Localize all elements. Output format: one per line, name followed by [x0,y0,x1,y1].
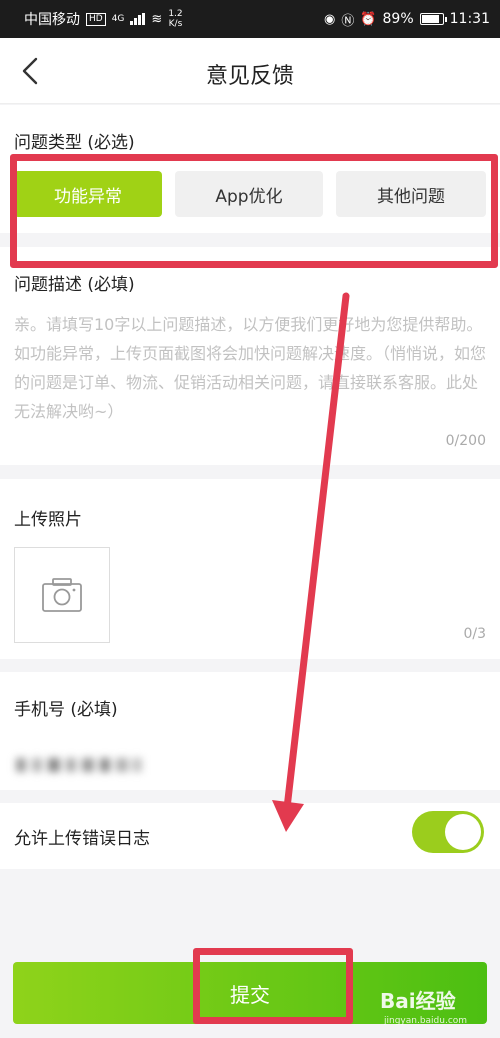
annotation-arrow [272,292,350,832]
